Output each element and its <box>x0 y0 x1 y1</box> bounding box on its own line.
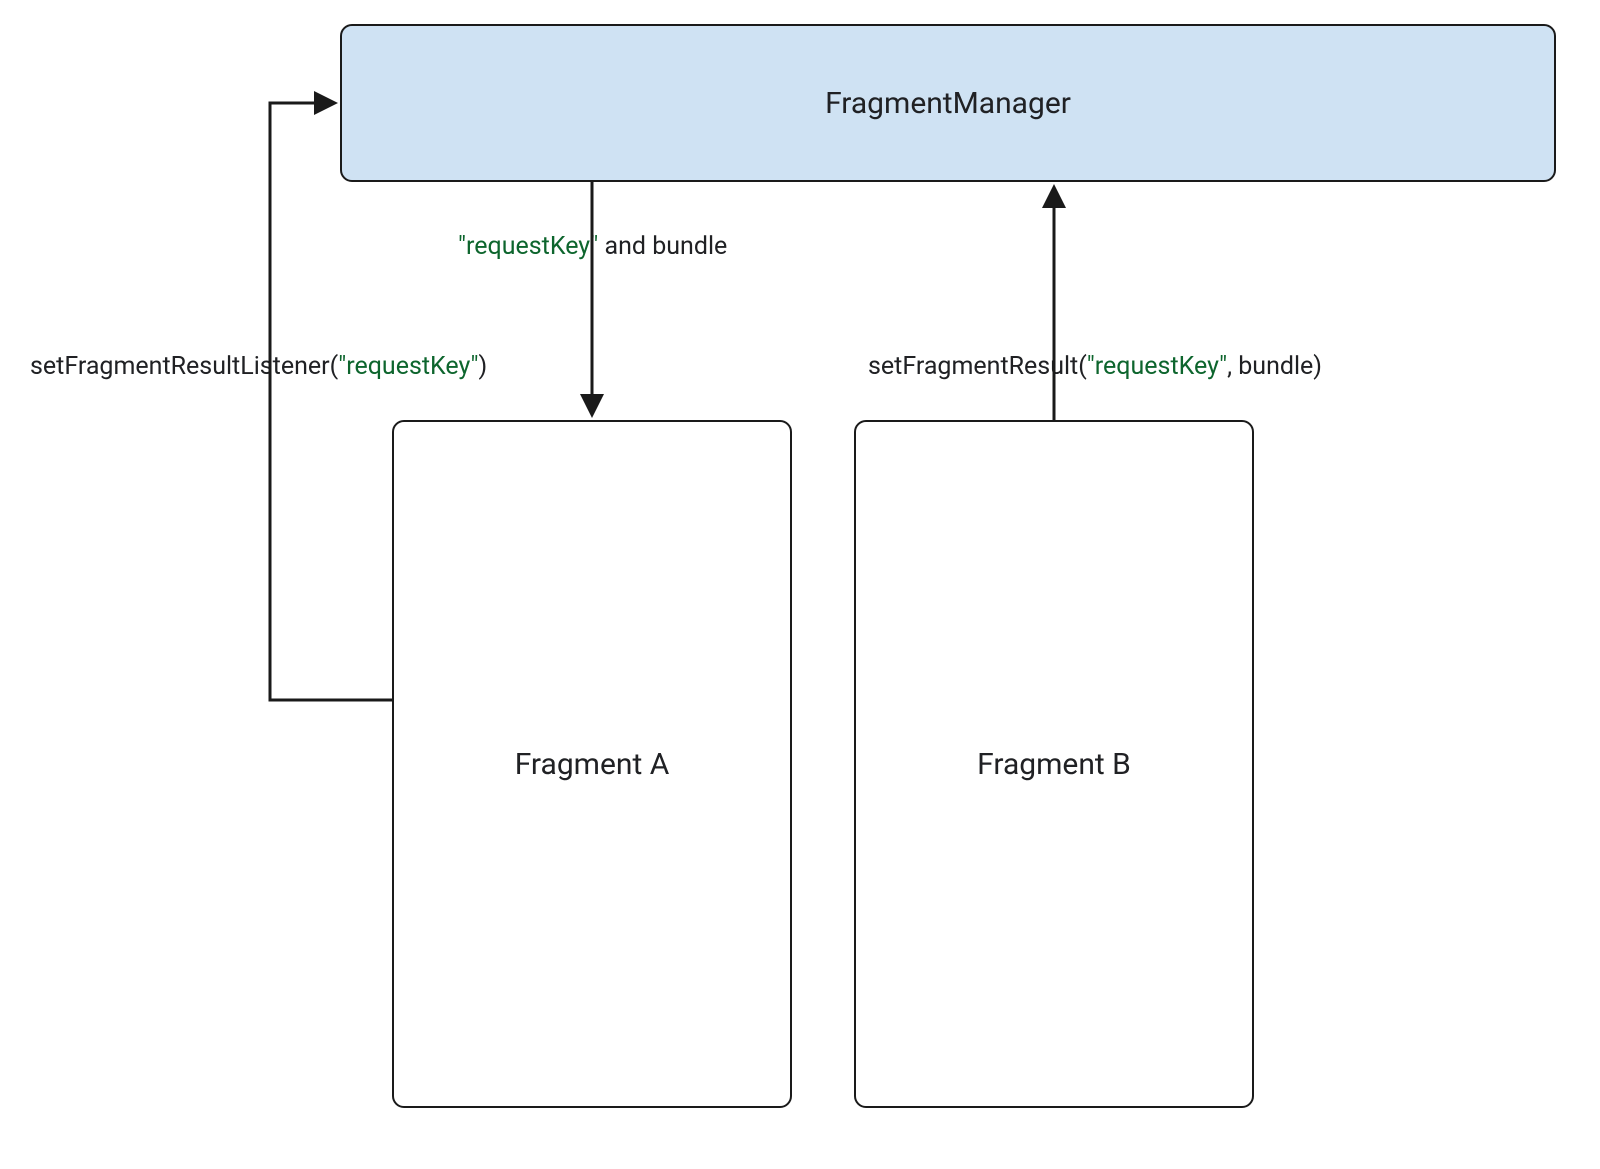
fragment-manager-box: FragmentManager <box>340 24 1556 182</box>
fragment-a-label: Fragment A <box>515 747 670 782</box>
bundle-key: "requestKey" <box>458 232 598 261</box>
listener-key: "requestKey" <box>338 352 478 381</box>
set-result-prefix: setFragmentResult( <box>868 352 1087 381</box>
arrow-listener <box>270 103 392 700</box>
fragment-b-box: Fragment B <box>854 420 1254 1108</box>
fragment-a-box: Fragment A <box>392 420 792 1108</box>
set-result-key: "requestKey" <box>1087 352 1227 381</box>
listener-suffix: ) <box>479 352 488 381</box>
listener-prefix: setFragmentResultListener( <box>30 352 338 381</box>
bundle-suffix: and bundle <box>598 232 727 261</box>
set-result-suffix: , bundle) <box>1227 352 1322 381</box>
request-key-and-bundle-label: "requestKey" and bundle <box>458 232 727 261</box>
set-fragment-result-label: setFragmentResult("requestKey", bundle) <box>868 352 1322 381</box>
diagram-stage: FragmentManager Fragment A Fragment B se… <box>0 0 1600 1169</box>
fragment-b-label: Fragment B <box>977 747 1131 782</box>
fragment-manager-label: FragmentManager <box>825 86 1071 121</box>
set-fragment-result-listener-label: setFragmentResultListener("requestKey") <box>30 352 487 381</box>
